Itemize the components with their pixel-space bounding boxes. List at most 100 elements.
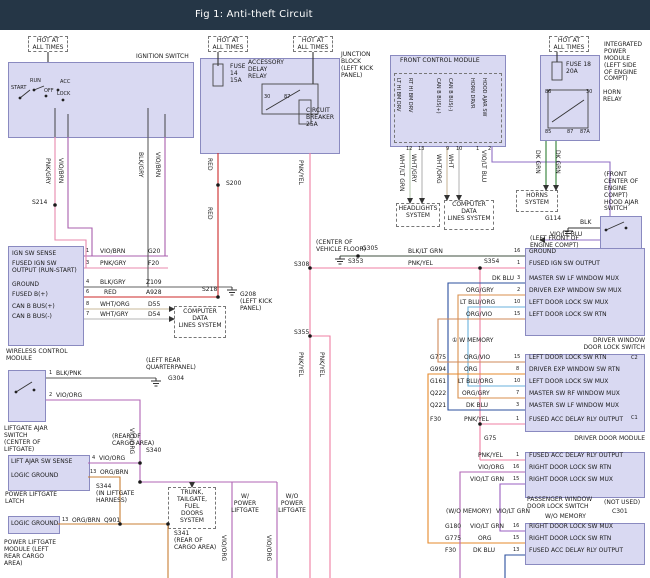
ddls-row-6: LEFT DOOR LOCK SW RTN xyxy=(529,312,607,319)
circuit-code-f20: F20 xyxy=(148,261,159,268)
circuit-code-z109: Z109 xyxy=(146,280,162,287)
ddm-code-4: Q222 xyxy=(430,391,446,398)
splice-s200: S200 xyxy=(226,181,241,188)
liftgate-ajar-title: LIFTGATE AJAR SWITCH (CENTER OF LIFTGATE… xyxy=(4,426,48,454)
g114-label: G114 xyxy=(545,216,561,223)
fcm-pin-2: 2 xyxy=(488,147,491,153)
g305-label: G305 xyxy=(362,246,378,253)
fcm-sig-4: CAN B BUS(-) xyxy=(446,78,452,111)
pdm-color-1: VIO/LT GRN xyxy=(470,524,504,531)
wcm-pin-3: 3 xyxy=(86,261,89,267)
wire-label-red-1: RED xyxy=(205,158,212,171)
ign-pos-lock: LOCK xyxy=(57,92,70,98)
pdls-row-2: RIGHT DOOR LOCK SW RTN xyxy=(529,465,611,472)
fcm-title: FRONT CONTROL MODULE xyxy=(400,58,480,65)
wcm-pin-4: 4 xyxy=(86,280,89,286)
pdls-pin-15: 15 xyxy=(513,477,519,483)
wire-label-whtltgrn: WHT/LT GRN xyxy=(397,154,404,192)
wire-label-whtgry-2: WHT/GRY xyxy=(100,312,128,319)
wcm-title: WIRELESS CONTROL MODULE xyxy=(6,349,68,363)
ddls-pin-16: 16 xyxy=(514,249,520,255)
ddm-color-1: ORG/VIO xyxy=(464,355,490,362)
ddm-pin-7: 7 xyxy=(516,391,519,397)
pdm-row-1: RIGHT DOOR LOCK SW MUX xyxy=(529,524,613,531)
wire-label-red-2: RED xyxy=(205,207,212,220)
wire-label-violtblu-1: VIO/LT BLU xyxy=(479,150,486,182)
connector-c2: C2 xyxy=(631,356,638,362)
ddls-pin-10: 10 xyxy=(514,300,520,306)
wire-label-blkgry-2: BLK/GRY xyxy=(100,280,126,287)
pdm-color-3: DK BLU xyxy=(473,548,495,555)
fcm-pin-13: 13 xyxy=(418,147,424,153)
relay-pin-85: 85 xyxy=(545,130,551,136)
connector-c1: C1 xyxy=(631,416,638,422)
splice-s218: S218 xyxy=(202,287,217,294)
ddls-row-4: DRIVER EXP WINDOW SW MUX xyxy=(529,288,622,295)
splice-s308: S308 xyxy=(294,262,309,269)
cdl-left-label: COMPUTER DATA LINES SYSTEM xyxy=(178,309,221,330)
wire-label-pnkgry-1: PNK/GRY xyxy=(43,158,50,184)
fcm-pin-10: 10 xyxy=(456,147,462,153)
wcm-row-2: FUSED IGN SW OUTPUT (RUN-START) xyxy=(12,261,77,275)
memory-note-3: W/O MEMORY xyxy=(545,514,586,521)
ddm-row-3: LEFT DOOR LOCK SW MUX xyxy=(529,379,608,386)
wire-label-blkpnk: BLK/PNK xyxy=(56,371,81,378)
pdls-color-2: VIO/ORG xyxy=(478,465,504,472)
fcm-sig-6: HOOD AJAR SW xyxy=(480,78,486,116)
ddm-row-1: LEFT DOOR LOCK SW RTN xyxy=(529,355,607,362)
wire-label-blkgry-1: BLK/GRY xyxy=(136,152,143,178)
fcm-sig-1: LT HI BM DRV xyxy=(394,78,400,111)
wcm-row-5: CAN B BUS(+) xyxy=(12,304,55,311)
wire-label-pnkyel-4: PNK/YEL xyxy=(317,352,324,377)
circuit-breaker-label: CIRCUIT BREAKER 25A xyxy=(306,108,334,129)
g304-loc: (LEFT REAR QUARTERPANEL) xyxy=(146,358,196,372)
wire-label-blk: BLK xyxy=(580,220,591,227)
ddm-code-2: G994 xyxy=(430,367,446,374)
horns-system-label: HORNS SYSTEM xyxy=(525,193,549,207)
pdls-title: PASSENGER WINDOW DOOR LOCK SWITCH xyxy=(527,497,592,511)
pdls-pin-1: 1 xyxy=(516,453,519,459)
plm-title: POWER LIFTGATE MODULE (LEFT REAR CARGO A… xyxy=(4,540,56,568)
wire-label-whtorg-1: WHT/ORG xyxy=(434,154,441,184)
wire-label-pnkyel-2: PNK/YEL xyxy=(408,261,433,268)
pdm-color-2: ORG xyxy=(478,536,492,543)
pdls-row-1: FUSED ACC DELAY RLY OUTPUT xyxy=(529,453,623,460)
ddm-color-3: LT BLU/ORG xyxy=(458,379,493,386)
wire-label-pnkgry-2: PNK/GRY xyxy=(100,261,126,268)
schematic-page: Fig 1: Anti-theft Circuit HOT AT ALL TIM… xyxy=(0,0,650,578)
wire-label-pnkyel-1: PNK/YEL xyxy=(296,160,303,185)
wo-power-liftgate-label: W/O POWER LIFTGATE xyxy=(278,494,306,515)
wire-label-blkltgrn: BLK/LT GRN xyxy=(408,249,443,256)
wire-label-vioorg-3: VIO/ORG xyxy=(127,428,134,454)
wcm-row-4: FUSED B(+) xyxy=(12,292,48,299)
acc-delay-relay-label: ACCESSORY DELAY RELAY xyxy=(248,60,284,81)
cdl-right-label: COMPUTER DATA LINES SYSTEM xyxy=(447,202,490,223)
latch-pin-13: 13 xyxy=(90,470,96,476)
ddm-row-4: MASTER SW RF WINDOW MUX xyxy=(529,391,620,398)
latch-row-1: LIFT AJAR SW SENSE xyxy=(11,459,72,466)
splice-s340: S340 xyxy=(146,448,161,455)
pdm-code-3: F30 xyxy=(445,548,456,555)
ign-pos-start: START xyxy=(11,86,26,92)
wire-label-orgvio-1: ORG/VIO xyxy=(466,312,492,319)
pdm-pin-16: 16 xyxy=(513,524,519,530)
ddm-title: DRIVER DOOR MODULE xyxy=(574,436,645,443)
ddls-row-3: MASTER SW LF WINDOW MUX xyxy=(529,276,619,283)
labels-layer: HOT AT ALL TIMESIGNITION SWITCHSTARTRUNO… xyxy=(0,0,650,578)
wire-label-orggry-1: ORG/GRY xyxy=(466,288,494,295)
ign-pos-run: RUN xyxy=(30,79,41,85)
lg-pin-13: 13 xyxy=(62,518,68,524)
wire-label-viobrn-2: VIO/BRN xyxy=(153,152,160,177)
splice-s354: S354 xyxy=(484,259,499,266)
ddm-pin-10b: 10 xyxy=(514,379,520,385)
hot-label-2: HOT AT ALL TIMES xyxy=(213,38,244,52)
g208-label: G208 (LEFT KICK PANEL) xyxy=(240,292,272,313)
ddm-pin-3b: 3 xyxy=(516,403,519,409)
latch-title: POWER LIFTGATE LATCH xyxy=(5,492,57,506)
circuit-code-g20: G20 xyxy=(148,249,160,256)
ddm-color-4: ORG/GRY xyxy=(462,391,490,398)
ipm-label: INTEGRATED POWER MODULE (LEFT SIDE OF EN… xyxy=(604,42,642,83)
wcm-pin-7: 7 xyxy=(86,312,89,318)
la-pin-2: 2 xyxy=(49,393,52,399)
ddls-pin-2: 2 xyxy=(517,288,520,294)
